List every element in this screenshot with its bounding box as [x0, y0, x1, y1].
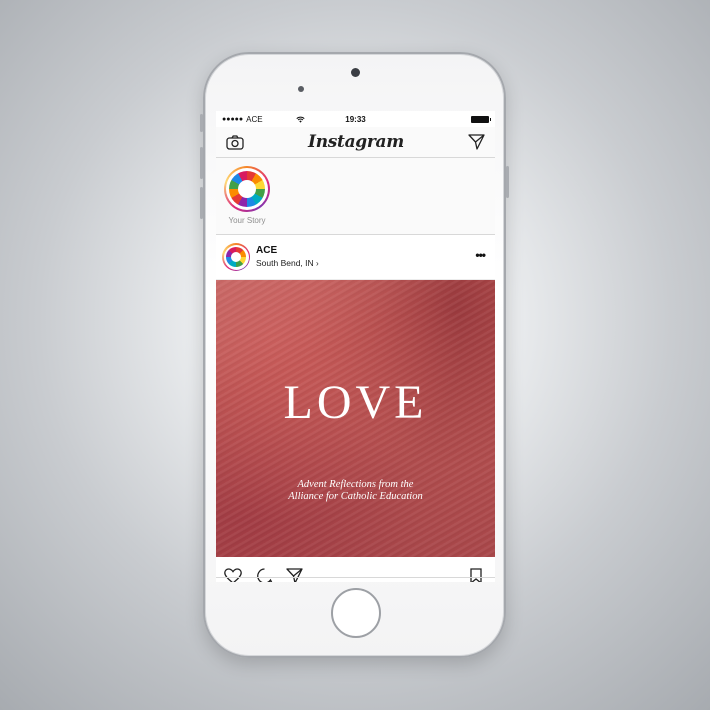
post-location-row[interactable]: South Bend, IN › — [256, 257, 319, 270]
your-story-label: Your Story — [228, 216, 266, 225]
subtitle-line-1: Advent Reflections from the — [297, 479, 414, 490]
proximity-sensor — [298, 86, 304, 92]
front-camera — [351, 68, 360, 77]
bookmark-icon[interactable] — [470, 568, 482, 582]
comment-icon[interactable] — [256, 568, 273, 582]
subtitle-line-2: Alliance for Catholic Education — [288, 491, 423, 502]
mute-switch — [200, 114, 203, 132]
post-location: South Bend, IN — [256, 257, 314, 268]
direct-message-icon[interactable] — [468, 134, 485, 150]
post-header: ACE South Bend, IN › ••• — [216, 235, 495, 280]
status-bar: ●●●●● ACE 19:33 — [216, 111, 495, 127]
post-username[interactable]: ACE — [256, 245, 319, 257]
ace-logo-icon — [226, 247, 246, 267]
post-avatar[interactable] — [222, 243, 250, 271]
post-image-subtitle: Advent Reflections from the Alliance for… — [216, 479, 495, 503]
screen: ●●●●● ACE 19:33 Instagram Your Story ACE… — [216, 111, 495, 582]
more-options-icon[interactable]: ••• — [475, 248, 486, 262]
tab-bar-divider — [216, 577, 495, 578]
your-story-avatar[interactable] — [224, 166, 270, 212]
app-title: Instagram — [308, 132, 404, 152]
clock: 19:33 — [345, 114, 366, 124]
ace-logo-icon — [229, 171, 265, 207]
home-button[interactable] — [331, 588, 381, 638]
app-header: Instagram — [216, 127, 495, 158]
camera-icon[interactable] — [226, 134, 244, 150]
post-image-title: LOVE — [283, 376, 428, 429]
share-icon[interactable] — [286, 568, 303, 582]
volume-down-button — [200, 187, 203, 219]
power-button — [506, 166, 509, 198]
battery-icon — [471, 115, 491, 123]
heart-icon[interactable] — [224, 568, 242, 582]
chevron-right-icon: › — [316, 258, 319, 268]
post-actions — [216, 565, 495, 582]
iphone-frame: ●●●●● ACE 19:33 Instagram Your Story ACE… — [200, 52, 509, 658]
post-image[interactable]: LOVE Advent Reflections from the Allianc… — [216, 280, 495, 557]
stories-tray: Your Story — [216, 158, 495, 235]
volume-up-button — [200, 147, 203, 179]
